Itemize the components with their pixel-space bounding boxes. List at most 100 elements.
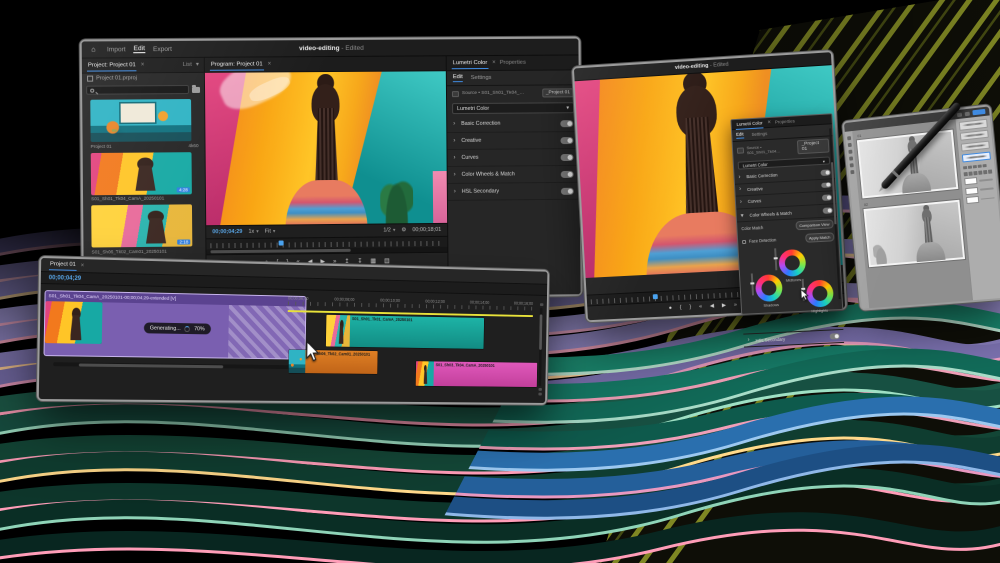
primary-action-button[interactable] [972,109,985,115]
subtab-settings[interactable]: Settings [751,131,767,137]
tab-lumetri-color[interactable]: Lumetri Color [735,118,764,130]
panel-icon[interactable] [982,164,986,168]
panel-icon[interactable] [978,171,982,175]
timeline-clip-teal[interactable]: S01_Sh01_Tk01_CamA_20250101 [326,315,484,349]
settings-wrench-icon[interactable]: ⚙ [401,227,406,233]
section-creative[interactable]: › Creative [447,132,579,150]
toggle-curves[interactable] [561,153,574,160]
track-control[interactable] [538,393,541,396]
close-icon[interactable]: × [81,263,85,269]
track-control[interactable] [538,388,541,391]
layer-row[interactable] [966,194,995,204]
shadows-wheel[interactable] [755,274,783,302]
brush-preview[interactable] [961,140,990,151]
panel-icon[interactable] [963,166,967,170]
apply-match-button[interactable]: Apply Match [805,233,835,244]
toggle-hsl-secondary[interactable] [830,334,840,340]
toolbar-icon[interactable] [957,112,962,117]
project-chip[interactable]: _Project 01 [797,138,829,154]
menu-edit[interactable]: Edit [134,45,145,53]
section-color-wheels[interactable]: › Color Wheels & Match [448,166,580,184]
play-fwd-icon[interactable]: ▶ [722,304,726,310]
brush-preview-selected[interactable] [962,151,991,162]
toggle-creative[interactable] [821,182,831,188]
brush-preview[interactable] [960,130,989,142]
playback-quality-dropdown[interactable]: 1/2▾ [383,227,395,233]
toggle-basic-correction[interactable] [560,120,573,127]
panel-icon[interactable] [964,172,968,176]
toggle-curves[interactable] [822,195,832,201]
tool-icon[interactable] [848,143,852,147]
close-icon[interactable]: × [141,62,145,68]
comparison-icon[interactable]: ▤ [384,258,390,264]
panel-icon[interactable] [983,170,987,174]
close-icon[interactable]: × [492,60,496,66]
panel-icon[interactable] [988,170,992,174]
layer-row[interactable] [965,185,994,195]
storyboard-frame-2[interactable]: 02 [862,194,965,268]
highlights-wheel[interactable] [806,280,834,308]
panel-icon[interactable] [968,172,972,176]
tool-icon[interactable] [850,170,854,174]
tab-program[interactable]: Program: Project 01 [210,59,264,70]
generative-extend-clip[interactable]: S01_Sh01_Tk04_CamA_20250101-00;00;04;29-… [44,291,305,359]
menu-import[interactable]: Import [107,46,126,53]
program-video[interactable] [205,71,447,225]
timeline-clip-orange[interactable]: S01_Sh06_Tk02_Cam01_20250101 [289,350,378,374]
mark-out-icon[interactable]: } [689,306,691,312]
step-back-icon[interactable]: « [699,305,702,311]
panel-icon[interactable] [973,165,977,169]
subtab-settings[interactable]: Settings [471,75,492,81]
lumetri-preset-dropdown[interactable]: Lumetri Color ▾ [452,102,574,114]
panel-icon[interactable] [968,165,972,169]
subtab-edit[interactable]: Edit [736,131,744,138]
toggle-creative[interactable] [560,137,573,144]
tab-properties[interactable]: Properties [500,60,526,66]
brush-preview[interactable] [959,119,988,131]
midtones-wheel[interactable] [778,249,806,277]
close-icon[interactable]: × [268,61,272,67]
program-playhead[interactable] [279,241,284,246]
extract-icon[interactable]: ↧ [357,259,362,265]
play-fwd-icon[interactable]: ▶ [320,259,325,265]
media-item-clip-2[interactable]: 2:18 S01_Sh06_Tk02_Cam01_20250101 [91,204,199,254]
layer-row[interactable] [964,176,993,186]
home-icon[interactable]: ⌂ [88,44,99,54]
timeline-vscrollbar[interactable] [537,303,545,395]
search-input[interactable] [86,85,189,95]
lift-icon[interactable]: ↥ [344,259,349,265]
tab-timeline[interactable]: Project 01 [49,259,77,271]
tool-icon[interactable] [848,150,852,154]
timeline-hscrollbar[interactable] [53,362,288,369]
subtab-edit[interactable]: Edit [453,74,463,82]
media-item-clip-1[interactable]: 4:28 S01_Sh01_Tk04_CamA_20250101 [91,152,199,202]
tool-icon[interactable] [847,136,851,140]
step-fwd-icon[interactable]: » [333,259,336,265]
step-fwd-icon[interactable]: » [734,303,737,309]
face-detection-checkbox[interactable] [742,240,746,244]
section-hsl-secondary[interactable]: › HSL Secondary [448,183,580,201]
fit-dropdown[interactable]: Fit▾ [265,229,276,235]
toolbar-icon[interactable] [965,111,970,116]
section-basic-correction[interactable]: › Basic Correction [447,115,579,133]
close-icon[interactable]: × [767,119,771,125]
tab-lumetri-color[interactable]: Lumetri Color [452,58,489,69]
tab-properties[interactable]: Properties [775,118,795,124]
folder-icon[interactable] [192,86,200,92]
track-control[interactable] [539,303,542,306]
section-curves[interactable]: › Curves [447,149,579,167]
win2-playhead[interactable] [653,294,658,299]
toggle-color-wheels[interactable] [823,208,833,214]
mark-in-icon[interactable]: { [680,306,682,312]
toggle-basic-correction[interactable] [820,169,830,175]
toggle-hsl-secondary[interactable] [561,187,574,194]
export-frame-icon[interactable]: ▦ [370,259,376,265]
tool-icon[interactable] [849,156,853,160]
speed-dropdown[interactable]: 1x▾ [248,229,258,235]
tool-icon[interactable] [850,163,854,167]
tab-project[interactable]: Project: Project 01 [87,60,137,71]
timeline-clip-pink[interactable]: S01_Sh03_Tk04_CamA_20250101 [416,361,538,387]
menu-export[interactable]: Export [153,45,172,52]
panel-icon[interactable] [973,171,977,175]
shadows-slider[interactable] [751,274,754,296]
